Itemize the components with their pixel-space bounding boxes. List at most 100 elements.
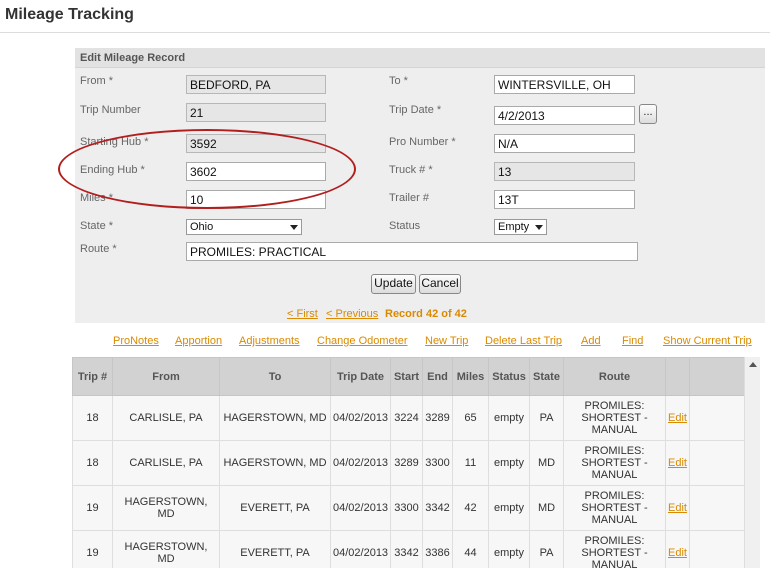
trip-number-label: Trip Number	[80, 104, 141, 116]
pro-number-field[interactable]: N/A	[494, 134, 635, 153]
cell-route: PROMILES: SHORTEST - MANUAL	[563, 395, 666, 441]
truck-field[interactable]: 13	[494, 162, 635, 181]
col-header-start[interactable]: Start	[390, 357, 423, 396]
cell-blank	[689, 530, 744, 568]
cell-to: HAGERSTOWN, MD	[219, 440, 331, 486]
action-add[interactable]: Add	[581, 335, 601, 347]
table-scrollbar[interactable]	[744, 357, 760, 568]
route-label: Route *	[80, 243, 117, 255]
miles-field[interactable]: 10	[186, 190, 326, 209]
trailer-field[interactable]: 13T	[494, 190, 635, 209]
chevron-down-icon	[535, 225, 543, 230]
cell-end: 3300	[422, 440, 453, 486]
action-pronotes[interactable]: ProNotes	[113, 335, 159, 347]
table-row: 18 CARLISLE, PA HAGERSTOWN, MD 04/02/201…	[72, 395, 744, 441]
cell-end: 3342	[422, 485, 453, 531]
cell-end: 3289	[422, 395, 453, 441]
edit-link[interactable]: Edit	[668, 412, 687, 424]
panel-header: Edit Mileage Record	[75, 48, 765, 68]
action-find[interactable]: Find	[622, 335, 643, 347]
action-change-odometer[interactable]: Change Odometer	[317, 335, 408, 347]
cell-edit: Edit	[665, 395, 690, 441]
starting-hub-field[interactable]: 3592	[186, 134, 326, 153]
col-header-status[interactable]: Status	[488, 357, 530, 396]
chevron-down-icon	[290, 225, 298, 230]
cell-state: PA	[529, 395, 564, 441]
to-field[interactable]: WINTERSVILLE, OH	[494, 75, 635, 94]
cell-trip: 18	[72, 395, 113, 441]
action-show-current-trip[interactable]: Show Current Trip	[663, 335, 752, 347]
edit-link[interactable]: Edit	[668, 502, 687, 514]
col-header-route[interactable]: Route	[563, 357, 666, 396]
scroll-up-arrow-icon[interactable]	[749, 362, 757, 367]
status-select[interactable]: Empty	[494, 219, 547, 235]
cell-miles: 42	[452, 485, 489, 531]
trip-number-field[interactable]: 21	[186, 103, 326, 122]
cell-from: CARLISLE, PA	[112, 395, 220, 441]
col-header-blank	[689, 357, 744, 396]
cell-miles: 65	[452, 395, 489, 441]
starting-hub-label: Starting Hub *	[80, 136, 149, 148]
miles-label: Miles *	[80, 192, 114, 204]
action-new-trip[interactable]: New Trip	[425, 335, 468, 347]
ending-hub-field[interactable]: 3602	[186, 162, 326, 181]
trip-date-label: Trip Date *	[389, 104, 442, 116]
cell-blank	[689, 485, 744, 531]
trips-table: Trip # From To Trip Date Start End Miles…	[72, 357, 744, 568]
cell-status: empty	[488, 530, 530, 568]
cell-status: empty	[488, 485, 530, 531]
ending-hub-label: Ending Hub *	[80, 164, 145, 176]
trip-date-field[interactable]: 4/2/2013	[494, 106, 635, 125]
cell-blank	[689, 440, 744, 486]
cell-blank	[689, 395, 744, 441]
cell-edit: Edit	[665, 485, 690, 531]
col-header-trip[interactable]: Trip #	[72, 357, 113, 396]
cell-miles: 11	[452, 440, 489, 486]
cell-status: empty	[488, 440, 530, 486]
col-header-trip-date[interactable]: Trip Date	[330, 357, 391, 396]
date-picker-button[interactable]: ...	[639, 104, 657, 124]
trailer-label: Trailer #	[389, 192, 429, 204]
first-record-link[interactable]: < First	[287, 308, 318, 320]
cell-from: HAGERSTOWN, MD	[112, 530, 220, 568]
edit-link[interactable]: Edit	[668, 547, 687, 559]
cell-date: 04/02/2013	[330, 530, 391, 568]
col-header-to[interactable]: To	[219, 357, 331, 396]
previous-record-link[interactable]: < Previous	[326, 308, 378, 320]
edit-link[interactable]: Edit	[668, 457, 687, 469]
action-apportion[interactable]: Apportion	[175, 335, 222, 347]
state-select-value: Ohio	[190, 221, 214, 233]
pro-number-label: Pro Number *	[389, 136, 456, 148]
status-select-value: Empty	[498, 221, 530, 233]
cell-state: MD	[529, 485, 564, 531]
col-header-from[interactable]: From	[112, 357, 220, 396]
table-row: 19 HAGERSTOWN, MD EVERETT, PA 04/02/2013…	[72, 485, 744, 531]
record-position: Record 42 of 42	[385, 308, 467, 320]
col-header-state[interactable]: State	[529, 357, 564, 396]
table-row: 18 CARLISLE, PA HAGERSTOWN, MD 04/02/201…	[72, 440, 744, 486]
col-header-edit	[665, 357, 690, 396]
route-field[interactable]: PROMILES: PRACTICAL	[186, 242, 638, 261]
cell-miles: 44	[452, 530, 489, 568]
action-delete-last-trip[interactable]: Delete Last Trip	[485, 335, 562, 347]
cell-trip: 18	[72, 440, 113, 486]
update-button[interactable]: Update	[371, 274, 416, 294]
from-field[interactable]: BEDFORD, PA	[186, 75, 326, 94]
table-row: 19 HAGERSTOWN, MD EVERETT, PA 04/02/2013…	[72, 530, 744, 568]
action-adjustments[interactable]: Adjustments	[239, 335, 300, 347]
cancel-button[interactable]: Cancel	[419, 274, 461, 294]
page-title: Mileage Tracking	[5, 6, 134, 23]
cell-state: PA	[529, 530, 564, 568]
state-select[interactable]: Ohio	[186, 219, 302, 235]
cell-date: 04/02/2013	[330, 440, 391, 486]
cell-start: 3342	[390, 530, 423, 568]
col-header-miles[interactable]: Miles	[452, 357, 489, 396]
cell-route: PROMILES: SHORTEST - MANUAL	[563, 485, 666, 531]
from-label: From *	[80, 75, 113, 87]
cell-start: 3300	[390, 485, 423, 531]
col-header-end[interactable]: End	[422, 357, 453, 396]
to-label: To *	[389, 75, 408, 87]
title-divider	[0, 32, 770, 33]
cell-from: CARLISLE, PA	[112, 440, 220, 486]
cell-route: PROMILES: SHORTEST - MANUAL	[563, 440, 666, 486]
